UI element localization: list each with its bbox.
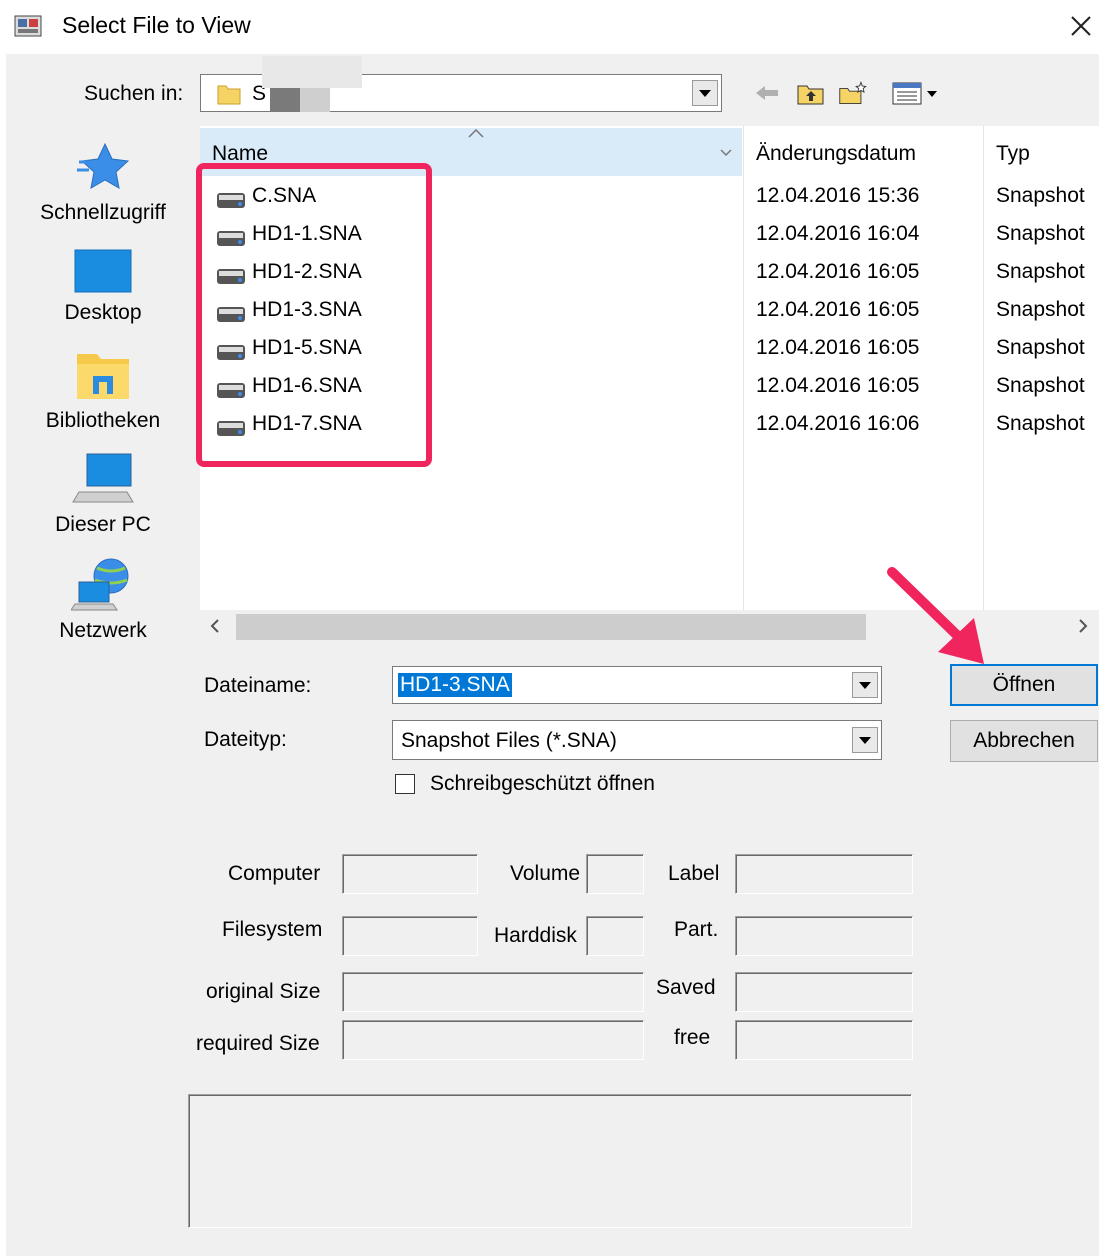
scroll-left-icon[interactable] (206, 616, 224, 636)
harddisk-field (586, 916, 644, 956)
computer-label: Computer (228, 862, 321, 885)
required-size-field (342, 1020, 644, 1060)
open-button-label: Öffnen (992, 673, 1056, 696)
file-type: Snapshot (996, 412, 1085, 435)
filetype-value: Snapshot Files (*.SNA) (401, 729, 617, 752)
description-panel (188, 1094, 912, 1228)
file-date: 12.04.2016 16:06 (756, 412, 920, 435)
filesystem-field (342, 916, 478, 956)
part-label: Part. (674, 918, 719, 941)
file-date: 12.04.2016 16:05 (756, 336, 920, 359)
required-size-label: required Size (196, 1032, 320, 1055)
original-size-label: original Size (206, 980, 321, 1003)
place-label: Bibliotheken (45, 409, 161, 432)
back-arrow-icon (756, 86, 778, 100)
saved-field (735, 972, 913, 1012)
place-label: Desktop (64, 301, 142, 324)
back-button[interactable] (752, 78, 782, 108)
star-icon (77, 142, 130, 189)
scroll-right-icon[interactable] (1074, 616, 1092, 636)
desktop-icon (74, 249, 132, 293)
computer-field (342, 854, 478, 894)
filetype-label: Dateityp: (204, 728, 287, 751)
file-type: Snapshot (996, 222, 1085, 245)
up-folder-icon (797, 85, 824, 105)
place-label: Netzwerk (59, 619, 147, 642)
readonly-checkbox[interactable] (395, 774, 415, 794)
view-menu-button[interactable] (886, 78, 946, 108)
file-type: Snapshot (996, 336, 1085, 359)
chevron-down-icon (859, 681, 871, 689)
view-list-icon (892, 82, 937, 105)
app-icon (14, 13, 42, 39)
place-libraries[interactable]: Bibliotheken (20, 350, 186, 433)
chevron-down-icon (859, 736, 871, 744)
new-folder-button[interactable] (838, 78, 868, 108)
filename-label: Dateiname: (204, 674, 312, 697)
filename-value: HD1-3.SNA (398, 673, 512, 697)
filename-dropdown-button[interactable] (852, 672, 878, 698)
new-folder-icon (839, 81, 867, 105)
file-date: 12.04.2016 15:36 (756, 184, 920, 207)
harddisk-label: Harddisk (494, 924, 577, 947)
filetype-dropdown-button[interactable] (852, 727, 878, 753)
readonly-label: Schreibgeschützt öffnen (430, 772, 655, 795)
place-desktop[interactable]: Desktop (20, 248, 186, 325)
sort-ascending-icon (466, 126, 486, 140)
volume-field (586, 854, 644, 894)
free-field (735, 1020, 913, 1060)
file-type: Snapshot (996, 374, 1085, 397)
network-icon (70, 558, 129, 611)
close-button[interactable] (1066, 8, 1096, 44)
annotation-arrow-icon (880, 560, 1000, 678)
file-type: Snapshot (996, 298, 1085, 321)
look-in-dropdown-button[interactable] (692, 80, 718, 106)
place-label: Dieser PC (55, 513, 151, 536)
original-size-field (342, 972, 644, 1012)
place-quick-access[interactable]: Schnellzugriff (20, 138, 186, 225)
saved-label: Saved (656, 976, 716, 999)
free-label: free (674, 1026, 711, 1049)
library-icon (77, 354, 129, 399)
cancel-button-label: Abbrechen (973, 729, 1075, 752)
window-title: Select File to View (62, 12, 251, 38)
redacted-block-light (300, 88, 330, 112)
file-type: Snapshot (996, 260, 1085, 283)
column-header-type[interactable]: Typ (996, 142, 1030, 166)
label-field (735, 854, 913, 894)
file-date: 12.04.2016 16:04 (756, 222, 920, 245)
label-label: Label (668, 862, 720, 885)
file-type: Snapshot (996, 184, 1085, 207)
part-field (735, 916, 913, 956)
file-date: 12.04.2016 16:05 (756, 260, 920, 283)
cancel-button[interactable]: Abbrechen (950, 720, 1098, 762)
filename-input[interactable]: HD1-3.SNA (392, 666, 882, 704)
scrollbar-thumb[interactable] (236, 614, 866, 640)
computer-icon (72, 453, 134, 503)
up-folder-button[interactable] (796, 78, 826, 108)
volume-label: Volume (510, 862, 581, 885)
redacted-block-dark (270, 88, 300, 112)
look-in-label: Suchen in: (84, 82, 184, 105)
filesystem-label: Filesystem (222, 918, 323, 941)
file-date: 12.04.2016 16:05 (756, 374, 920, 397)
folder-icon (216, 80, 242, 106)
column-filter-chevron-icon[interactable] (718, 146, 734, 158)
redacted-block (262, 56, 362, 88)
chevron-down-icon (699, 89, 711, 97)
close-icon (1071, 16, 1091, 36)
column-header-date[interactable]: Änderungsdatum (756, 142, 916, 166)
file-date: 12.04.2016 16:05 (756, 298, 920, 321)
annotation-highlight-box (196, 163, 432, 467)
place-network[interactable]: Netzwerk (20, 556, 186, 643)
place-label: Schnellzugriff (40, 201, 166, 224)
filetype-select[interactable]: Snapshot Files (*.SNA) (392, 720, 882, 760)
place-this-pc[interactable]: Dieser PC (20, 452, 186, 537)
